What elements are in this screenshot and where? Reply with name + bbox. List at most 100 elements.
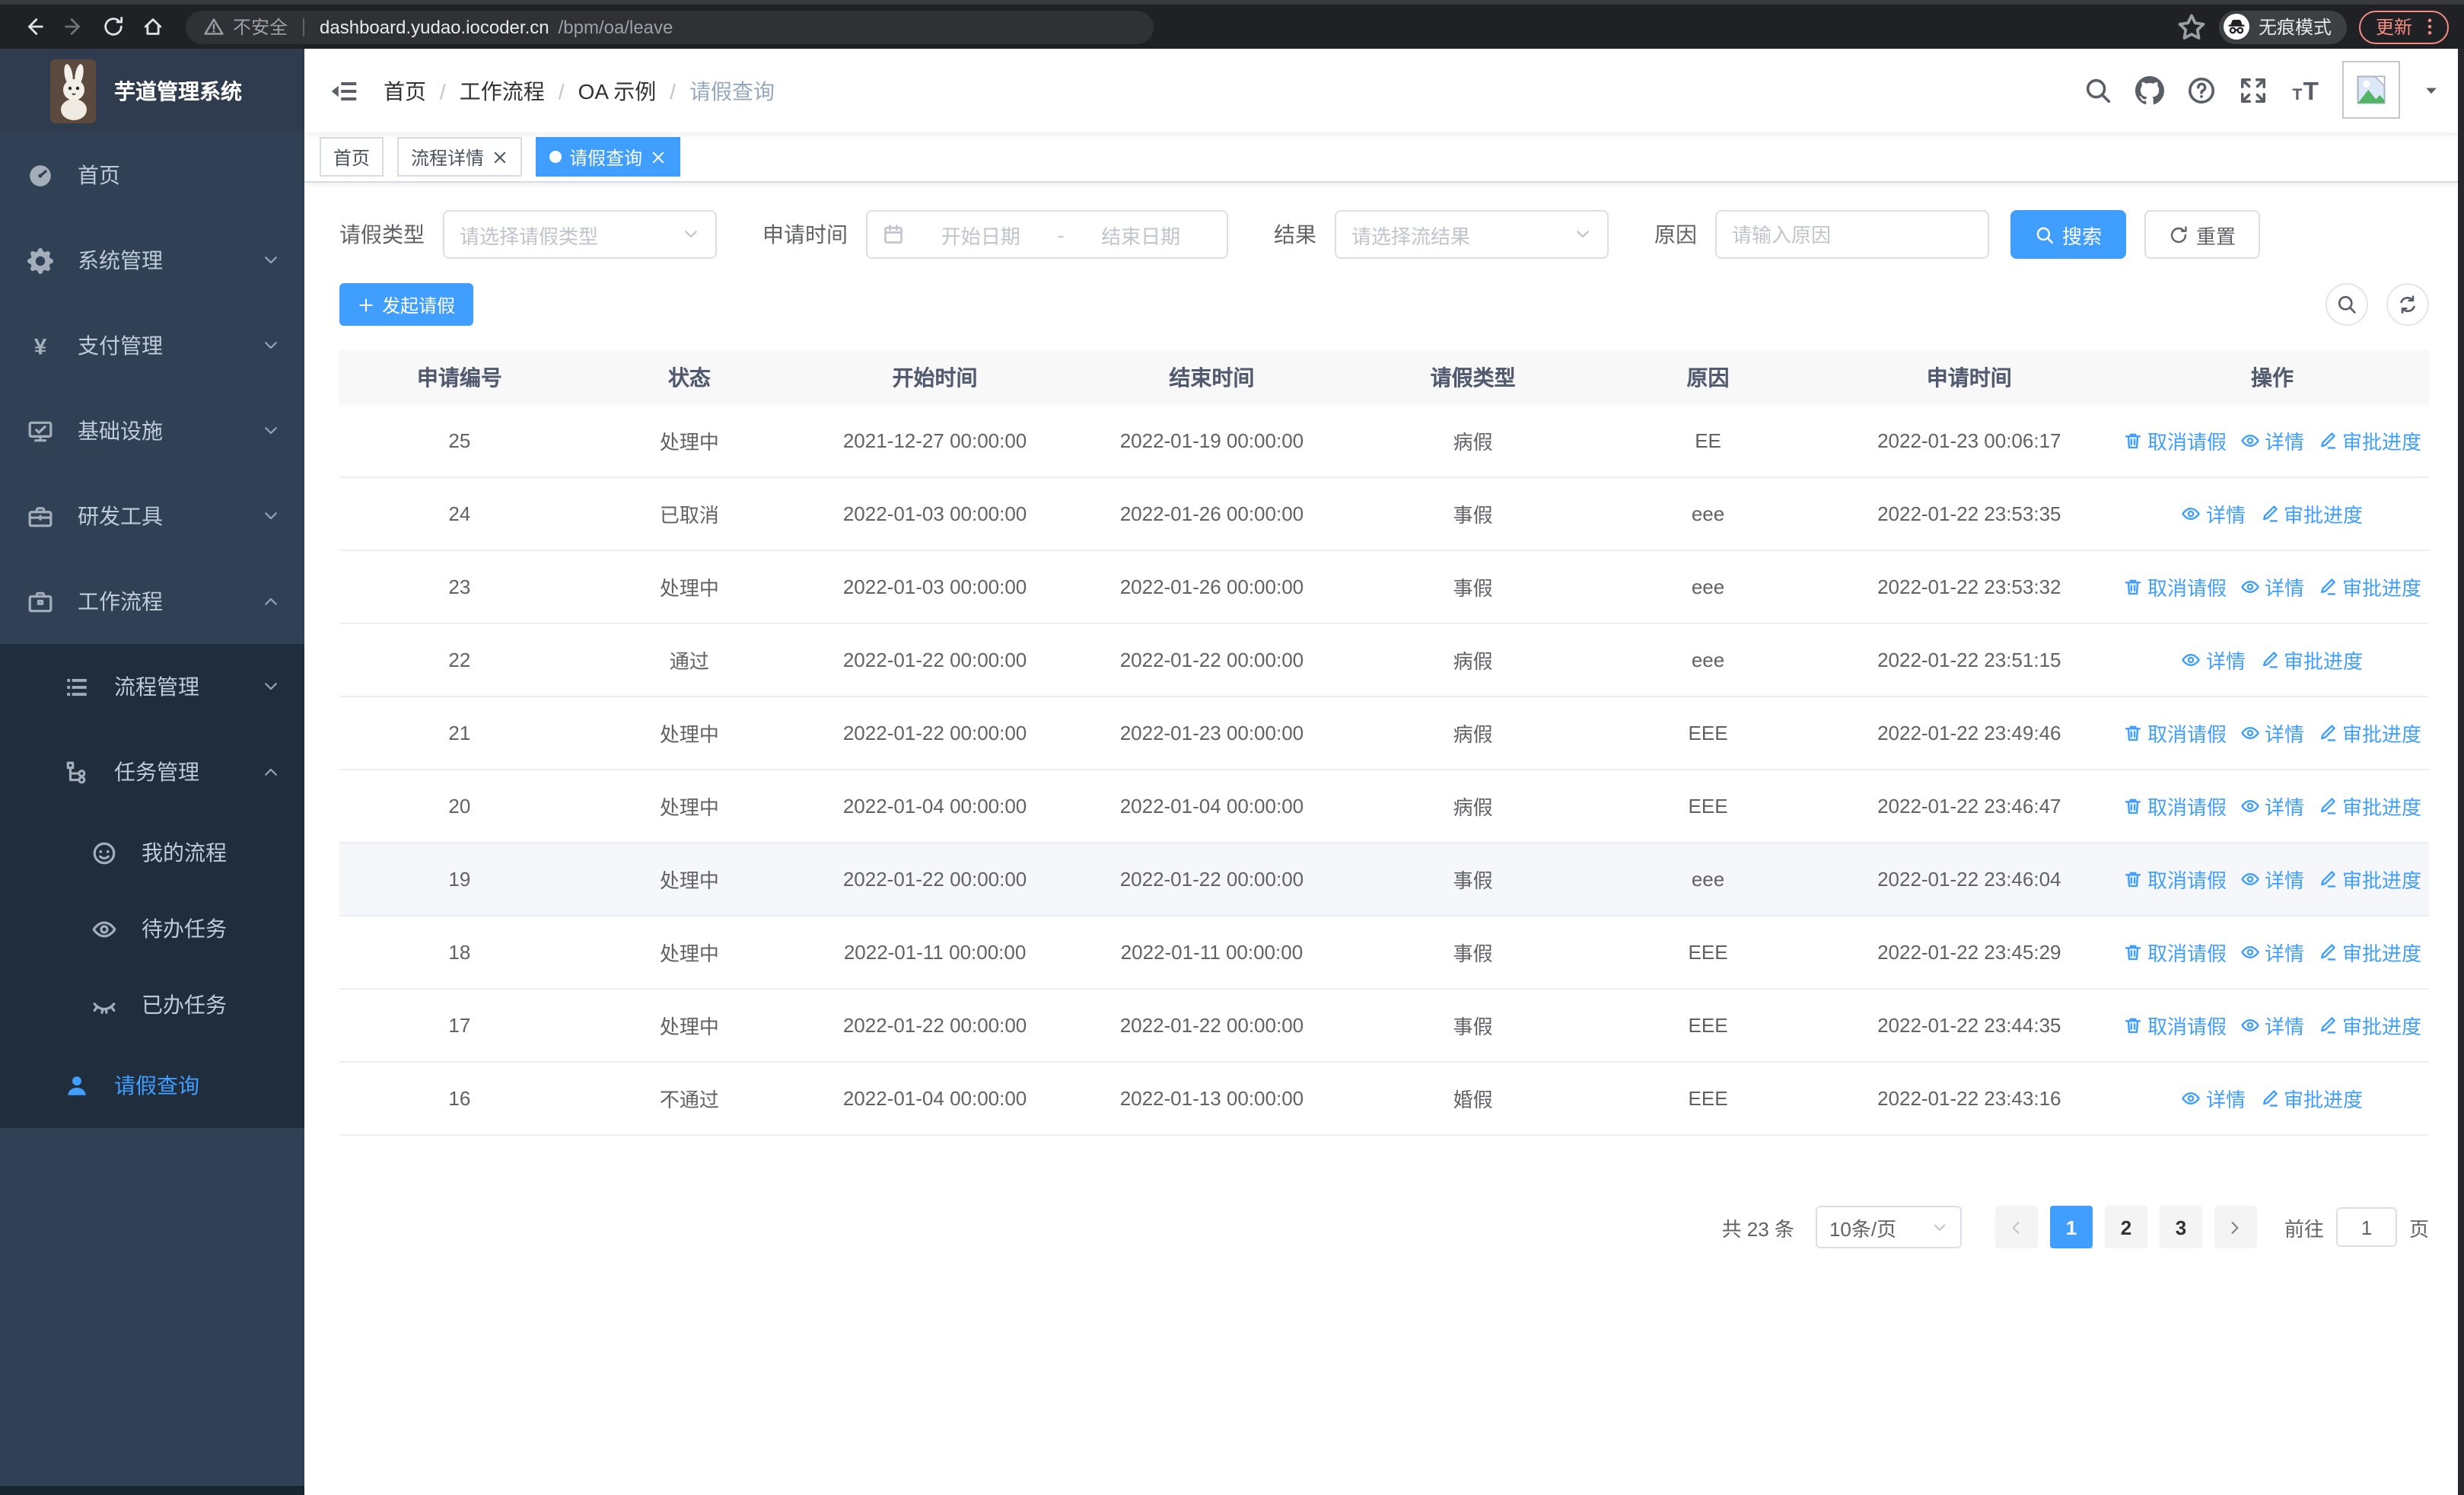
page-button-2[interactable]: 2 [2104,1206,2147,1248]
text-size-icon[interactable]: TT [2291,76,2319,105]
cancel-leave-link[interactable]: 取消请假 [2123,719,2227,748]
apply-time-range-picker[interactable]: 开始日期 - 结束日期 [866,210,1228,259]
breadcrumb-item-workflow[interactable]: 工作流程 [460,75,545,106]
cancel-leave-link[interactable]: 取消请假 [2123,938,2227,967]
sidebar-item-infrastructure[interactable]: 基础设施 [0,388,304,473]
action-label: 详情 [2264,869,2304,892]
page-scrollbar[interactable] [2458,49,2464,1495]
cell-id: 19 [339,843,580,916]
trash-icon [2123,796,2143,816]
cell-end: 2022-01-22 00:00:00 [1071,843,1353,916]
leave-type-select[interactable]: 请选择请假类型 [443,210,717,259]
sidebar-item-process-management[interactable]: 流程管理 [0,644,304,729]
tab-home[interactable]: 首页 [320,137,384,177]
chevron-down-icon[interactable] [2423,82,2440,99]
detail-link[interactable]: 详情 [2240,1011,2304,1040]
search-button[interactable]: 搜索 [2010,210,2127,259]
cancel-leave-link[interactable]: 取消请假 [2123,865,2227,894]
github-icon[interactable] [2135,76,2164,105]
sidebar-item-system-management[interactable]: 系统管理 [0,218,304,303]
detail-link[interactable]: 详情 [2182,645,2246,674]
detail-link[interactable]: 详情 [2182,1084,2246,1113]
close-icon[interactable] [492,148,508,165]
cancel-leave-link[interactable]: 取消请假 [2123,426,2227,455]
help-icon[interactable] [2187,76,2216,105]
sidebar-item-my-processes[interactable]: 我的流程 [0,814,304,891]
browser-forward-button[interactable] [55,8,91,45]
page-button-1[interactable]: 1 [2049,1206,2093,1248]
face-icon [91,840,117,865]
sidebar-item-todo-tasks[interactable]: 待办任务 [0,891,304,967]
bookmark-star-icon[interactable] [2176,11,2207,42]
cell-actions: 取消请假 详情 审批进度 [2115,843,2429,916]
tab-leave-query[interactable]: 请假查询 [536,137,681,177]
page-button-3[interactable]: 3 [2159,1206,2202,1248]
cell-end: 2022-01-13 00:00:00 [1071,1062,1353,1136]
reason-label: 原因 [1654,222,1697,247]
sidebar-item-home[interactable]: 首页 [0,132,304,218]
sidebar-item-label: 首页 [78,163,120,187]
result-select[interactable]: 请选择流结果 [1335,210,1609,259]
approval-progress-link[interactable]: 审批进度 [2318,572,2421,601]
detail-link[interactable]: 详情 [2182,499,2246,528]
address-bar[interactable]: 不安全 dashboard.yudao.iocoder.cn/bpm/oa/le… [186,10,1154,43]
show-search-button[interactable] [2326,283,2368,326]
tab-process-detail[interactable]: 流程详情 [397,137,523,177]
detail-link[interactable]: 详情 [2240,865,2304,894]
create-leave-button[interactable]: 发起请假 [339,283,474,326]
approval-progress-link[interactable]: 审批进度 [2259,1084,2363,1113]
sidebar-item-payment-management[interactable]: ¥ 支付管理 [0,303,304,388]
reason-input[interactable] [1732,223,1972,246]
fullscreen-icon[interactable] [2239,76,2268,105]
approval-progress-link[interactable]: 审批进度 [2318,792,2421,821]
detail-link[interactable]: 详情 [2240,719,2304,748]
sidebar-collapse-icon[interactable] [329,75,359,106]
breadcrumb-item-home[interactable]: 首页 [384,75,426,106]
sidebar-item-workflow[interactable]: 工作流程 [0,559,304,644]
cell-start: 2022-01-11 00:00:00 [799,916,1071,990]
browser-reload-button[interactable] [94,8,131,45]
approval-progress-link[interactable]: 审批进度 [2259,499,2363,528]
cancel-leave-link[interactable]: 取消请假 [2123,572,2227,601]
approval-progress-link[interactable]: 审批进度 [2318,865,2421,894]
reset-button[interactable]: 重置 [2144,210,2261,259]
breadcrumb-item-oa-example[interactable]: OA 示例 [578,75,657,106]
search-icon[interactable] [2084,76,2112,105]
avatar[interactable] [2342,61,2400,119]
detail-link[interactable]: 详情 [2240,792,2304,821]
cell-type: 病假 [1352,696,1593,770]
table-row: 18 处理中 2022-01-11 00:00:00 2022-01-11 00:00… [339,916,2429,990]
cell-apply-time: 2022-01-22 23:49:46 [1823,696,2115,770]
prev-page-button[interactable] [1994,1206,2038,1248]
sidebar-item-dev-tools[interactable]: 研发工具 [0,473,304,559]
cell-type: 事假 [1352,843,1593,916]
detail-link[interactable]: 详情 [2240,426,2304,455]
detail-link[interactable]: 详情 [2240,572,2304,601]
browser-update-button[interactable]: 更新 [2358,10,2449,43]
approval-progress-link[interactable]: 审批进度 [2318,719,2421,748]
approval-progress-link[interactable]: 审批进度 [2318,1011,2421,1040]
browser-back-button[interactable] [15,8,52,45]
page-size-select[interactable]: 10条/页 [1815,1206,1962,1248]
reset-button-label: 重置 [2196,225,2236,247]
jump-page-input[interactable] [2335,1207,2397,1247]
cancel-leave-link[interactable]: 取消请假 [2123,792,2227,821]
approval-progress-link[interactable]: 审批进度 [2318,426,2421,455]
chevron-down-icon [262,422,280,440]
approval-progress-link[interactable]: 审批进度 [2318,938,2421,967]
browser-home-button[interactable] [134,8,170,45]
sidebar-item-done-tasks[interactable]: 已办任务 [0,967,304,1043]
close-icon[interactable] [650,148,667,165]
detail-link[interactable]: 详情 [2240,938,2304,967]
kebab-menu-icon[interactable] [2420,17,2440,37]
filter-result: 结果 请选择流结果 [1274,210,1609,259]
app-logo-row[interactable]: 芋道管理系统 [0,49,304,132]
cell-end: 2022-01-04 00:00:00 [1071,770,1353,843]
sidebar-item-leave-query[interactable]: 请假查询 [0,1043,304,1128]
next-page-button[interactable] [2214,1206,2257,1248]
cancel-leave-link[interactable]: 取消请假 [2123,1011,2227,1040]
sidebar-item-task-management[interactable]: 任务管理 [0,729,304,814]
refresh-table-button[interactable] [2386,283,2429,326]
approval-progress-link[interactable]: 审批进度 [2259,645,2363,674]
sidebar-item-label: 基础设施 [78,419,163,443]
